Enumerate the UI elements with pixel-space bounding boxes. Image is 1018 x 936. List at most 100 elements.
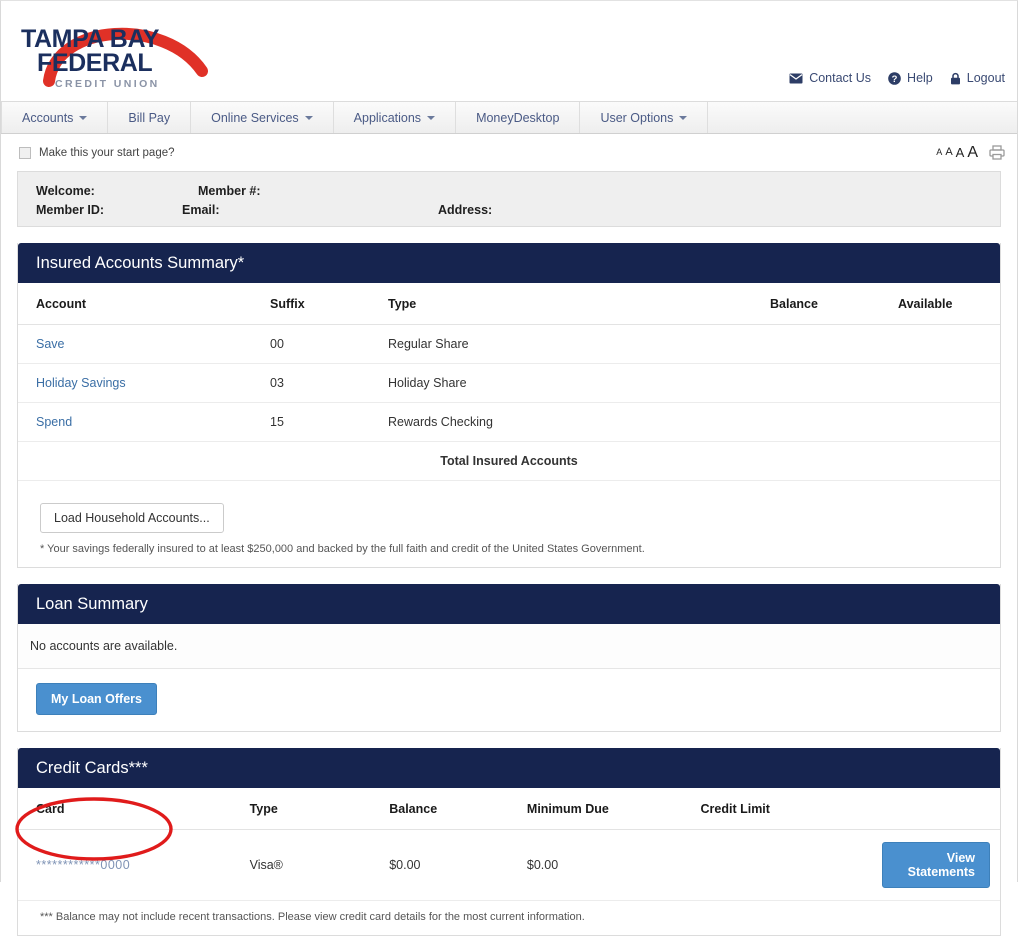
chevron-down-icon xyxy=(427,115,436,120)
account-type: Holiday Share xyxy=(388,363,770,403)
loan-summary-body: No accounts are available. My Loan Offer… xyxy=(18,624,1000,731)
account-name: Spend xyxy=(36,415,73,429)
load-household-accounts-button[interactable]: Load Household Accounts... xyxy=(40,503,224,533)
insured-accounts-footnote: * Your savings federally insured to at l… xyxy=(40,543,645,555)
account-name: Holiday Savings xyxy=(36,376,126,390)
nav-bill-pay-label: Bill Pay xyxy=(128,110,171,125)
credit-card-actions-cell: View Statements xyxy=(882,829,1000,901)
col-type: Type xyxy=(388,283,770,325)
credit-cards-panel: Credit Cards*** Card Type Balance Minimu… xyxy=(17,748,1001,936)
account-name: Save xyxy=(36,337,65,351)
welcome-row-2: Member ID: Email: Address: xyxy=(36,200,982,219)
loan-summary-title: Loan Summary xyxy=(18,584,1000,624)
nav-online-services[interactable]: Online Services xyxy=(191,102,334,133)
nav-moneydesktop-label: MoneyDesktop xyxy=(476,110,560,125)
col-available: Available xyxy=(898,283,1000,325)
col-credit-limit: Credit Limit xyxy=(700,788,882,830)
account-available xyxy=(898,402,1000,442)
credit-cards-table: Card Type Balance Minimum Due Credit Lim… xyxy=(18,788,1000,901)
member-id-label: Member ID: xyxy=(36,202,105,217)
site-header: TAMPA BAY FEDERAL CREDIT UNION Contact U… xyxy=(1,1,1017,101)
make-start-page-label: Make this your start page? xyxy=(39,146,175,159)
chevron-down-icon xyxy=(79,115,88,120)
account-link-spend[interactable]: Spend xyxy=(18,402,270,442)
logout-link[interactable]: Logout xyxy=(950,71,1005,85)
help-link[interactable]: ? Help xyxy=(888,71,933,85)
text-size-controls: A A A A xyxy=(936,134,1005,171)
printer-icon[interactable] xyxy=(989,145,1005,160)
account-type: Regular Share xyxy=(388,324,770,364)
text-size-medium-button[interactable]: A xyxy=(956,146,965,159)
page-root: TAMPA BAY FEDERAL CREDIT UNION Contact U… xyxy=(0,0,1018,936)
col-card-type: Type xyxy=(249,788,390,830)
col-minimum-due: Minimum Due xyxy=(526,788,701,830)
tampa-bay-federal-logo[interactable]: TAMPA BAY FEDERAL CREDIT UNION xyxy=(15,7,220,93)
credit-card-balance: $0.00 xyxy=(389,829,527,901)
nav-accounts-label: Accounts xyxy=(22,110,74,125)
col-suffix: Suffix xyxy=(270,283,388,325)
insured-accounts-header-row: Account Suffix Type Balance Available xyxy=(18,283,1000,325)
insured-accounts-title: Insured Accounts Summary* xyxy=(18,243,1000,283)
credit-cards-footnote: *** Balance may not include recent trans… xyxy=(40,911,585,923)
nav-online-services-label: Online Services xyxy=(211,110,299,125)
nav-moneydesktop[interactable]: MoneyDesktop xyxy=(456,102,581,133)
insured-accounts-body: Account Suffix Type Balance Available Sa… xyxy=(18,283,1000,567)
contact-us-link[interactable]: Contact Us xyxy=(789,71,871,85)
loan-summary-actions: My Loan Offers xyxy=(18,669,1000,731)
welcome-label: Welcome: xyxy=(36,183,95,198)
start-page-row: Make this your start page? A A A A xyxy=(1,134,1017,171)
account-type: Rewards Checking xyxy=(388,402,770,442)
credit-card-credit-limit xyxy=(700,829,882,901)
utility-nav: Contact Us ? Help Logout xyxy=(789,71,1005,85)
welcome-row-1: Welcome: Member #: xyxy=(36,181,982,200)
nav-bill-pay[interactable]: Bill Pay xyxy=(108,102,192,133)
help-label: Help xyxy=(907,71,933,85)
credit-card-number[interactable]: ************0000 xyxy=(18,829,250,901)
col-balance: Balance xyxy=(770,283,898,325)
nav-accounts[interactable]: Accounts xyxy=(1,102,109,133)
contact-us-label: Contact Us xyxy=(809,71,872,85)
text-size-large-button[interactable]: A xyxy=(967,144,978,161)
make-start-page-checkbox[interactable] xyxy=(19,146,31,159)
loan-summary-panel: Loan Summary No accounts are available. … xyxy=(17,584,1001,732)
member-welcome-panel: Welcome: Member #: Member ID: Email: Add… xyxy=(17,171,1001,227)
account-link-holiday-savings[interactable]: Holiday Savings xyxy=(18,363,270,403)
lock-icon xyxy=(950,72,961,85)
credit-cards-title: Credit Cards*** xyxy=(18,748,1000,788)
table-row: ************0000 Visa® $0.00 $0.00 View … xyxy=(18,829,1000,901)
total-insured-accounts-row: Total Insured Accounts xyxy=(18,441,1000,481)
insured-accounts-table: Account Suffix Type Balance Available Sa… xyxy=(18,283,1000,481)
my-loan-offers-button[interactable]: My Loan Offers xyxy=(36,683,157,715)
nav-applications[interactable]: Applications xyxy=(334,102,457,133)
insured-accounts-panel: Insured Accounts Summary* Account Suffix… xyxy=(17,243,1001,568)
col-card: Card xyxy=(18,788,250,830)
account-suffix: 00 xyxy=(270,324,388,364)
account-balance xyxy=(770,363,898,403)
table-row: Save 00 Regular Share xyxy=(18,324,1000,364)
total-insured-accounts-label: Total Insured Accounts xyxy=(18,441,1000,481)
account-suffix: 15 xyxy=(270,402,388,442)
account-available xyxy=(898,363,1000,403)
nav-applications-label: Applications xyxy=(353,110,422,125)
account-balance xyxy=(770,402,898,442)
account-available xyxy=(898,324,1000,364)
col-account: Account xyxy=(18,283,270,325)
nav-user-options[interactable]: User Options xyxy=(580,102,709,133)
text-size-small-button[interactable]: A xyxy=(945,147,952,158)
svg-text:CREDIT UNION: CREDIT UNION xyxy=(55,78,160,90)
table-row: Spend 15 Rewards Checking xyxy=(18,402,1000,442)
col-card-balance: Balance xyxy=(389,788,527,830)
text-size-smallest-button[interactable]: A xyxy=(936,148,942,157)
loan-summary-empty-message: No accounts are available. xyxy=(18,624,1000,669)
member-number-label: Member #: xyxy=(198,183,261,198)
view-statements-button[interactable]: View Statements xyxy=(882,842,990,888)
account-link-save[interactable]: Save xyxy=(18,324,270,364)
envelope-icon xyxy=(789,73,803,84)
chevron-down-icon xyxy=(304,115,313,120)
main-navigation: Accounts Bill Pay Online Services Applic… xyxy=(1,101,1017,134)
col-card-actions xyxy=(882,788,1000,830)
credit-card-mask: ************ xyxy=(36,858,101,872)
account-balance xyxy=(770,324,898,364)
credit-card-minimum-due: $0.00 xyxy=(526,829,701,901)
credit-card-type: Visa® xyxy=(249,829,390,901)
